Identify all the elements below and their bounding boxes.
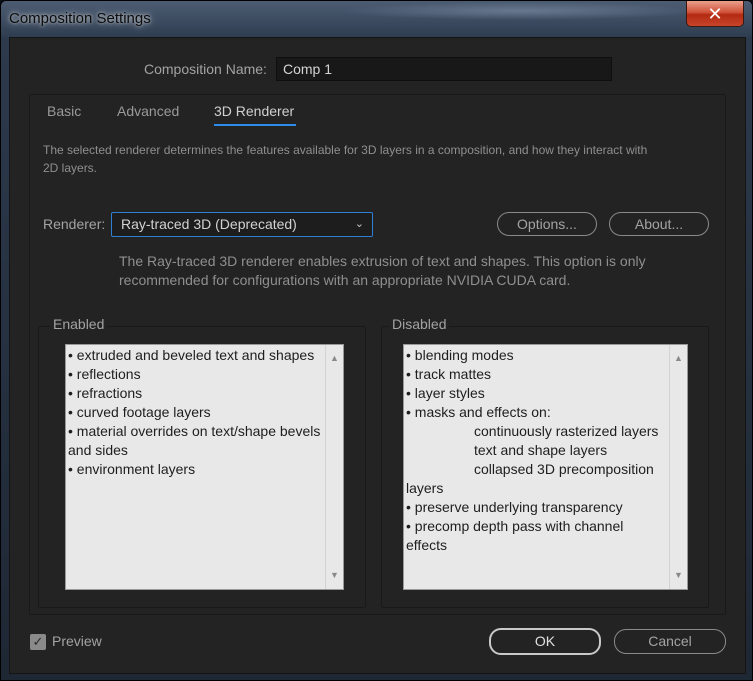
list-item: continuously rasterized layers — [474, 423, 659, 439]
composition-name-label: Composition Name: — [144, 61, 267, 77]
enabled-features-list[interactable]: • extruded and beveled text and shapes •… — [65, 344, 344, 590]
list-item: • material overrides on text/shape bevel… — [68, 423, 321, 439]
settings-panel: Basic Advanced 3D Renderer The selected … — [29, 94, 726, 615]
disabled-title: Disabled — [389, 316, 450, 332]
list-item: • precomp depth pass with channel — [406, 518, 624, 534]
list-item: and sides — [68, 442, 128, 458]
checkmark-icon: ✓ — [32, 634, 44, 649]
renderer-select-value: Ray-traced 3D (Deprecated) — [121, 216, 297, 232]
list-item: collapsed 3D precomposition — [474, 461, 654, 477]
renderer-select[interactable]: Ray-traced 3D (Deprecated) ⌄ — [111, 212, 373, 237]
list-item: layers — [406, 480, 444, 496]
list-item: • curved footage layers — [68, 404, 211, 420]
enabled-scrollbar[interactable]: ▲ ▼ — [325, 345, 343, 589]
list-item: • refractions — [68, 385, 143, 401]
renderer-info: The Ray-traced 3D renderer enables extru… — [119, 253, 646, 288]
list-item: • layer styles — [406, 385, 485, 401]
enabled-title: Enabled — [50, 316, 108, 332]
close-icon: ✕ — [707, 3, 723, 24]
window-title: Composition Settings — [9, 10, 151, 27]
scroll-down-icon[interactable]: ▼ — [330, 566, 339, 585]
list-item: • blending modes — [406, 347, 514, 363]
disabled-features-list[interactable]: • blending modes • track mattes • layer … — [403, 344, 688, 590]
list-item: text and shape layers — [474, 442, 608, 458]
tab-advanced[interactable]: Advanced — [117, 103, 179, 119]
list-item: • preserve underlying transparency — [406, 499, 623, 515]
preview-checkbox[interactable]: ✓ — [30, 634, 46, 650]
disabled-scrollbar[interactable]: ▲ ▼ — [669, 345, 687, 589]
preview-label: Preview — [52, 633, 102, 649]
cancel-button[interactable]: Cancel — [614, 629, 726, 654]
chevron-down-icon: ⌄ — [354, 218, 364, 230]
list-item: • extruded and beveled text and shapes — [68, 347, 315, 363]
enabled-features-content: • extruded and beveled text and shapes •… — [68, 346, 323, 479]
scroll-up-icon[interactable]: ▲ — [674, 349, 683, 368]
renderer-label: Renderer: — [43, 216, 106, 232]
dialog-body: Composition Name: Comp 1 Basic Advanced … — [9, 37, 746, 674]
close-button[interactable]: ✕ — [686, 1, 744, 27]
list-item: effects — [406, 537, 447, 553]
options-button[interactable]: Options... — [497, 212, 597, 236]
composition-name-input[interactable]: Comp 1 — [276, 57, 612, 81]
about-button[interactable]: About... — [609, 212, 709, 236]
scroll-up-icon[interactable]: ▲ — [330, 349, 339, 368]
tab-basic[interactable]: Basic — [47, 103, 81, 119]
list-item: • masks and effects on: — [406, 404, 551, 420]
dialog-window: Composition Settings ✕ Composition Name:… — [0, 0, 753, 681]
list-item: • track mattes — [406, 366, 492, 382]
active-tab-indicator — [214, 124, 296, 126]
ok-button[interactable]: OK — [489, 628, 601, 655]
disabled-features-content: • blending modes • track mattes • layer … — [406, 346, 667, 555]
list-item: • reflections — [68, 366, 141, 382]
tab-3d-renderer[interactable]: 3D Renderer — [214, 103, 294, 119]
title-bar[interactable]: Composition Settings ✕ — [1, 1, 752, 37]
renderer-description: The selected renderer determines the fea… — [43, 143, 648, 175]
scroll-down-icon[interactable]: ▼ — [674, 566, 683, 585]
list-item: • environment layers — [68, 461, 196, 477]
